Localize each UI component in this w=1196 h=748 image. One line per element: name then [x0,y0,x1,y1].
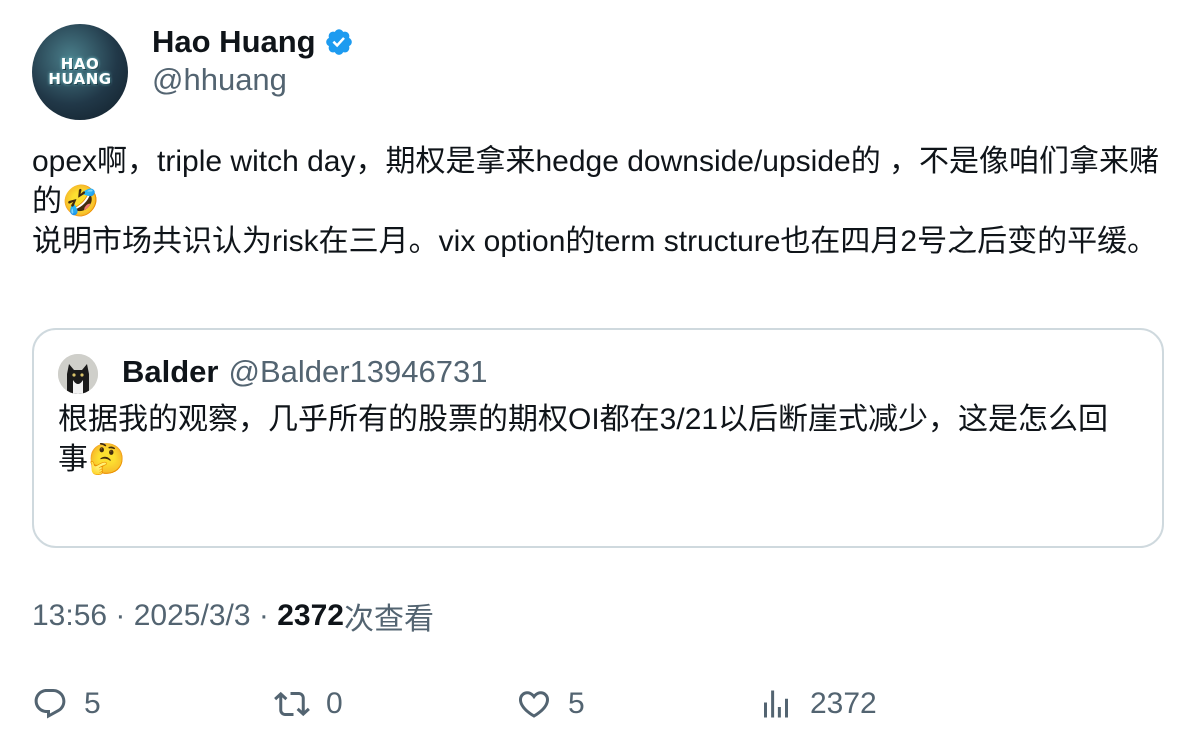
views-action-count: 2372 [810,687,877,720]
author-display-name[interactable]: Hao Huang [152,24,316,60]
meta-separator: · [107,599,134,632]
author-name-row: Hao Huang [152,22,354,62]
heart-icon [518,691,550,718]
views-button[interactable]: 2372 [758,680,877,728]
repost-icon [274,691,310,717]
tweet-time[interactable]: 13:56 [32,599,107,633]
author-avatar[interactable]: HAO HUANG [32,24,128,120]
quoted-tweet-text: 根据我的观察，几乎所有的股票的期权OI都在3/21以后断崖式减少，这是怎么回事🤔 [58,403,1109,476]
quoted-tweet-card[interactable]: Balder @Balder13946731 根据我的观察，几乎所有的股票的期权… [32,328,1164,548]
repost-button[interactable]: 0 [274,680,343,728]
meta-separator: · [250,599,278,632]
like-count: 5 [568,687,585,720]
quoted-author-row: Balder @Balder13946731 [122,350,488,394]
quoted-author-name[interactable]: Balder [122,354,218,390]
tweet-date[interactable]: 2025/3/3 [134,599,251,633]
author-handle[interactable]: @hhuang [152,62,287,98]
tweet-meta: 13:56 · 2025/3/3 · 2372 次查看 [32,594,434,638]
quoted-author-handle[interactable]: @Balder13946731 [228,354,487,390]
views-count: 2372 [277,599,344,632]
repost-count: 0 [326,687,343,720]
verified-badge-icon[interactable] [324,27,354,57]
tweet-text: opex啊，triple witch day，期权是拿来hedge downsi… [32,145,1160,258]
quoted-author-avatar[interactable] [58,354,98,394]
cat-avatar-icon [58,354,98,394]
reply-icon [34,689,66,719]
action-bar: 5 0 5 2372 [0,680,1196,728]
views-label: 次查看 [343,603,434,636]
reply-button[interactable]: 5 [32,680,101,728]
like-button[interactable]: 5 [516,680,585,728]
avatar-logo-text: HAO HUANG [48,55,112,88]
reply-count: 5 [84,687,101,720]
analytics-icon [764,690,788,718]
